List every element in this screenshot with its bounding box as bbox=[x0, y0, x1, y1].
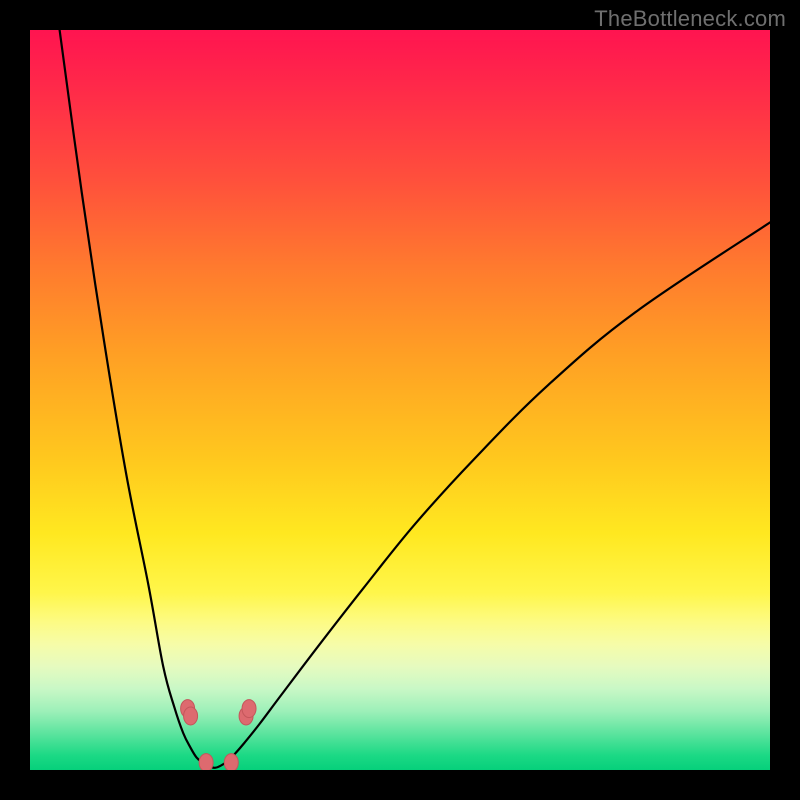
marker-right-lower bbox=[224, 754, 238, 770]
marker-layer bbox=[30, 30, 770, 770]
marker-right-upper-2 bbox=[242, 700, 256, 718]
chart-stage: TheBottleneck.com bbox=[0, 0, 800, 800]
watermark-text: TheBottleneck.com bbox=[594, 6, 786, 32]
marker-left-lower bbox=[199, 754, 213, 770]
plot-area bbox=[30, 30, 770, 770]
marker-left-upper-2 bbox=[184, 707, 198, 725]
